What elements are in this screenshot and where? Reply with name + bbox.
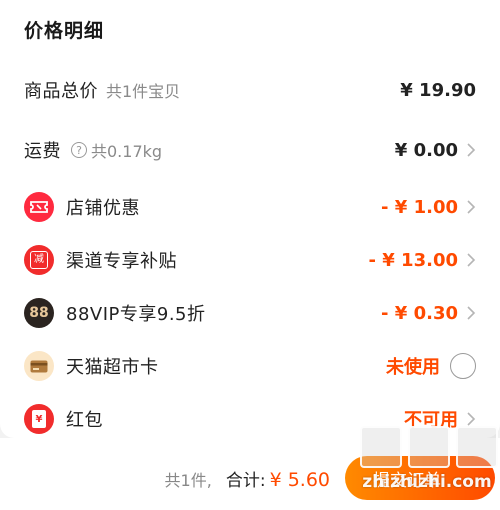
use-card-radio[interactable] bbox=[450, 353, 476, 379]
goods-count: 共1件宝贝 bbox=[106, 82, 181, 101]
shop-discount-row[interactable]: 店铺优惠 - ¥ 1.00 bbox=[0, 187, 500, 227]
price-detail-card: 价格明细 商品总价 共1件宝贝 ¥ 19.90 运费 ? 共0.17kg ¥ 0… bbox=[0, 0, 500, 438]
goods-total-amount: ¥ 19.90 bbox=[400, 79, 476, 101]
card-icon bbox=[24, 351, 54, 381]
chevron-right-icon bbox=[462, 143, 476, 157]
shop-discount-label: 店铺优惠 bbox=[66, 198, 140, 219]
watermark: zhizhizhi.com bbox=[354, 412, 500, 510]
goods-total-label: 商品总价 bbox=[24, 81, 98, 102]
shop-discount-amount: - ¥ 1.00 bbox=[381, 196, 458, 218]
jian-coupon-icon: 减 bbox=[24, 245, 54, 275]
channel-subsidy-label: 渠道专享补贴 bbox=[66, 251, 177, 272]
vip-discount-label: 88VIP专享9.5折 bbox=[66, 304, 206, 325]
goods-total-row: 商品总价 共1件宝贝 ¥ 19.90 bbox=[0, 70, 500, 110]
order-summary: 共1件, 合计: ¥ 5.60 bbox=[165, 466, 330, 491]
watermark-logo bbox=[360, 426, 498, 468]
shipping-amount: ¥ 0.00 bbox=[394, 139, 458, 161]
shipping-row[interactable]: 运费 ? 共0.17kg ¥ 0.00 bbox=[0, 130, 500, 170]
supermarket-card-status: 未使用 bbox=[386, 357, 440, 378]
total-label: 合计: bbox=[225, 471, 266, 491]
88-text: 88 bbox=[29, 305, 49, 321]
chevron-right-icon bbox=[462, 306, 476, 320]
chevron-right-icon bbox=[462, 200, 476, 214]
red-envelope-icon: ¥ bbox=[24, 404, 54, 434]
vip-discount-row[interactable]: 88 88VIP专享9.5折 - ¥ 0.30 bbox=[0, 293, 500, 333]
watermark-text: zhizhizhi.com bbox=[362, 472, 492, 492]
shipping-label: 运费 bbox=[24, 141, 61, 162]
jian-text: 减 bbox=[30, 251, 48, 269]
total-amount: ¥ 5.60 bbox=[269, 469, 330, 491]
red-envelope-label: 红包 bbox=[66, 410, 103, 431]
help-icon[interactable]: ? bbox=[71, 142, 87, 158]
vip-discount-amount: - ¥ 0.30 bbox=[381, 302, 458, 324]
page-title: 价格明细 bbox=[24, 20, 105, 42]
channel-subsidy-row[interactable]: 减 渠道专享补贴 - ¥ 13.00 bbox=[0, 240, 500, 280]
item-count: 共1件, bbox=[164, 471, 212, 490]
supermarket-card-row[interactable]: 天猫超市卡 未使用 bbox=[0, 346, 500, 386]
channel-subsidy-amount: - ¥ 13.00 bbox=[368, 249, 458, 271]
yen-text: ¥ bbox=[32, 410, 46, 428]
chevron-right-icon bbox=[462, 253, 476, 267]
88vip-icon: 88 bbox=[24, 298, 54, 328]
supermarket-card-label: 天猫超市卡 bbox=[66, 357, 159, 378]
ticket-icon bbox=[24, 192, 54, 222]
shipping-weight: 共0.17kg bbox=[91, 142, 163, 161]
